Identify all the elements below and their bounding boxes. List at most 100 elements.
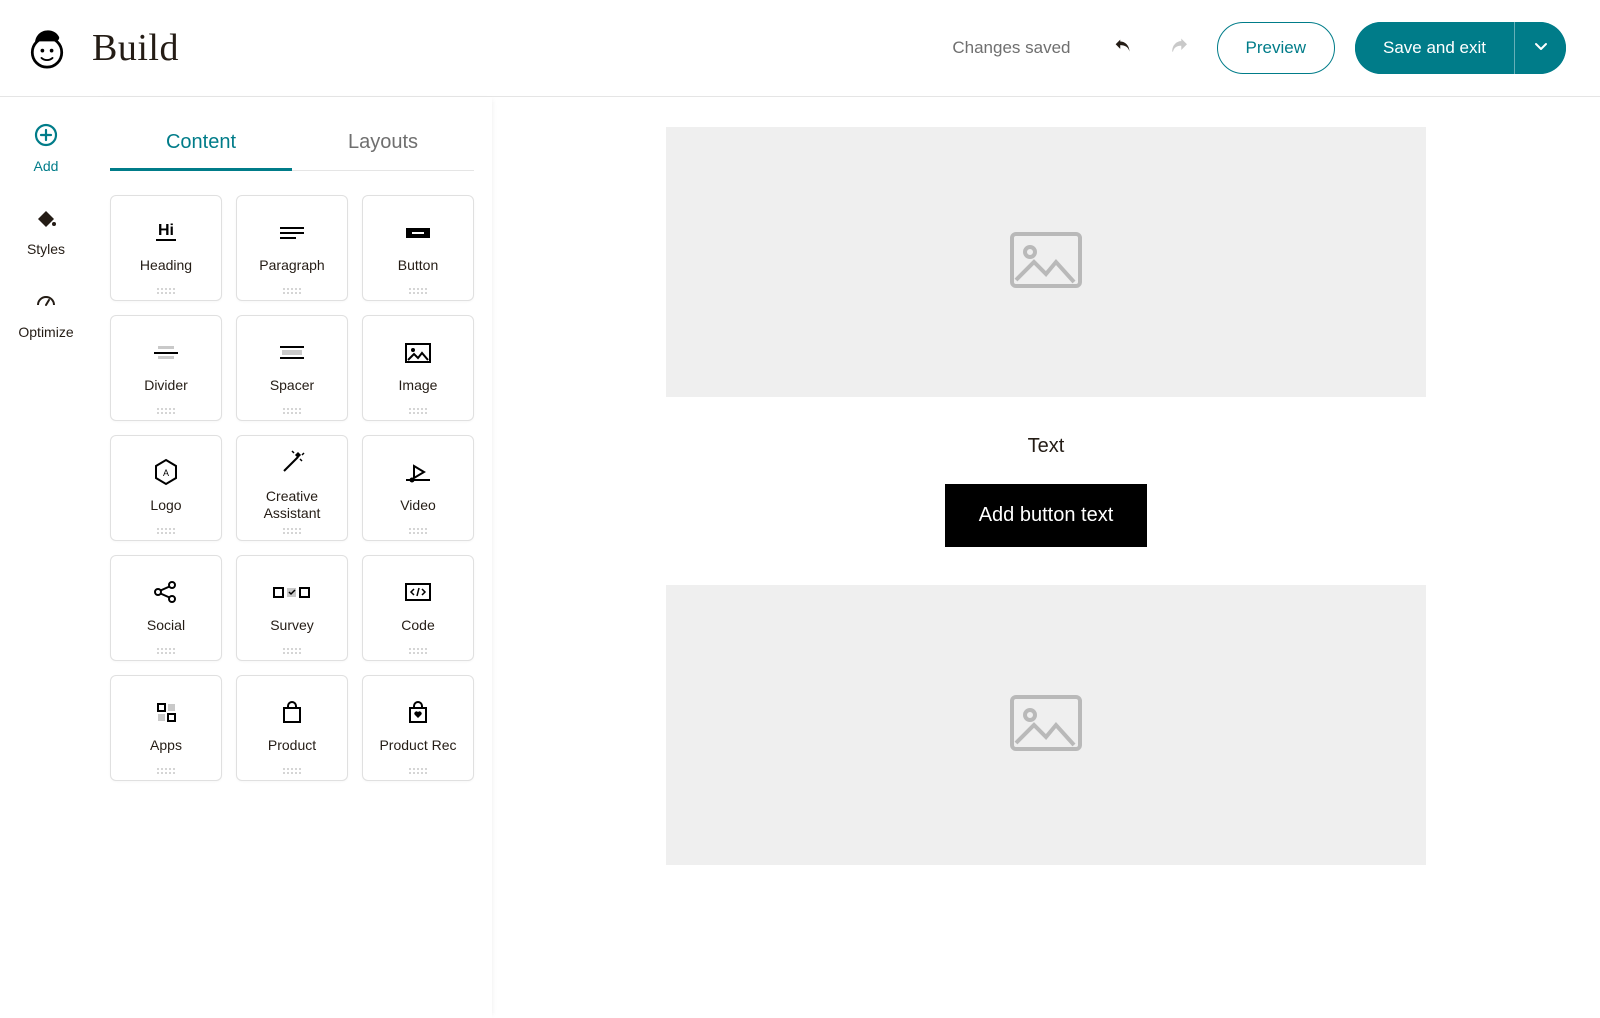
block-code[interactable]: Code — [362, 555, 474, 661]
workspace: Add Styles Optimize Content Layouts Hi — [0, 97, 1600, 1018]
block-label: Logo — [150, 497, 181, 514]
preview-button[interactable]: Preview — [1217, 22, 1335, 74]
save-dropdown-toggle[interactable] — [1514, 22, 1566, 74]
block-logo[interactable]: A Logo — [110, 435, 222, 541]
share-icon — [148, 575, 184, 609]
block-social[interactable]: Social — [110, 555, 222, 661]
block-label: Code — [401, 617, 434, 634]
grip-icon — [157, 528, 175, 534]
email-button-wrap: Add button text — [666, 484, 1426, 585]
rail-item-add[interactable]: Add — [32, 121, 60, 174]
grip-icon — [283, 288, 301, 294]
block-survey[interactable]: Survey — [236, 555, 348, 661]
rail-label-styles: Styles — [27, 241, 65, 257]
blocks-panel: Content Layouts Hi Heading Paragraph — [92, 97, 492, 1018]
save-status: Changes saved — [952, 38, 1070, 58]
block-product-rec[interactable]: Product Rec — [362, 675, 474, 781]
block-label: Social — [147, 617, 185, 634]
redo-button[interactable] — [1161, 30, 1197, 66]
blocks-grid: Hi Heading Paragraph Button — [110, 195, 474, 781]
chevron-down-icon — [1533, 38, 1549, 59]
gauge-icon — [32, 287, 60, 315]
block-label: Spacer — [270, 377, 314, 394]
block-label: Paragraph — [259, 257, 324, 274]
block-label: Image — [399, 377, 438, 394]
block-paragraph[interactable]: Paragraph — [236, 195, 348, 301]
paint-bucket-icon — [32, 204, 60, 232]
wand-icon — [274, 446, 310, 480]
paragraph-icon — [274, 215, 310, 249]
spacer-icon — [274, 335, 310, 369]
block-button[interactable]: Button — [362, 195, 474, 301]
email-text-block[interactable]: Text — [666, 397, 1426, 484]
top-left: Build — [24, 23, 179, 74]
block-creative-assistant[interactable]: Creative Assistant — [236, 435, 348, 541]
heading-icon: Hi — [148, 215, 184, 249]
block-label: Product — [268, 737, 316, 754]
image-placeholder-icon — [1010, 695, 1082, 756]
email-preview: Text Add button text — [666, 127, 1426, 865]
grip-icon — [283, 528, 301, 534]
block-product[interactable]: Product — [236, 675, 348, 781]
panel-tabs: Content Layouts — [110, 121, 474, 171]
survey-icon — [270, 575, 314, 609]
grip-icon — [409, 408, 427, 414]
block-divider[interactable]: Divider — [110, 315, 222, 421]
grip-icon — [409, 288, 427, 294]
left-rail: Add Styles Optimize — [0, 97, 92, 1018]
block-image[interactable]: Image — [362, 315, 474, 421]
grip-icon — [157, 408, 175, 414]
block-video[interactable]: Video — [362, 435, 474, 541]
block-apps[interactable]: Apps — [110, 675, 222, 781]
video-icon — [400, 455, 436, 489]
block-label: Divider — [144, 377, 188, 394]
code-icon — [400, 575, 436, 609]
svg-text:A: A — [163, 468, 169, 478]
image-icon — [400, 335, 436, 369]
top-right: Changes saved Preview Save and exit — [952, 22, 1566, 74]
block-heading[interactable]: Hi Heading — [110, 195, 222, 301]
image-placeholder-icon — [1010, 232, 1082, 293]
mailchimp-logo-icon — [24, 23, 70, 74]
svg-text:Hi: Hi — [158, 222, 174, 239]
apps-grid-icon — [148, 695, 184, 729]
block-label: Survey — [270, 617, 314, 634]
grip-icon — [409, 768, 427, 774]
block-label: Product Rec — [379, 737, 456, 754]
rail-item-optimize[interactable]: Optimize — [18, 287, 73, 340]
top-bar: Build Changes saved Preview Save and exi… — [0, 0, 1600, 97]
save-button-group: Save and exit — [1355, 22, 1566, 74]
grip-icon — [409, 528, 427, 534]
grip-icon — [157, 288, 175, 294]
block-spacer[interactable]: Spacer — [236, 315, 348, 421]
block-label: Creative Assistant — [241, 488, 343, 522]
tab-layouts[interactable]: Layouts — [292, 121, 474, 170]
shopping-bag-icon — [274, 695, 310, 729]
grip-icon — [409, 648, 427, 654]
save-and-exit-button[interactable]: Save and exit — [1355, 22, 1514, 74]
image-placeholder-2[interactable] — [666, 585, 1426, 865]
tab-content[interactable]: Content — [110, 121, 292, 170]
email-button[interactable]: Add button text — [945, 484, 1148, 547]
grip-icon — [283, 768, 301, 774]
rail-label-optimize: Optimize — [18, 324, 73, 340]
block-label: Video — [400, 497, 436, 514]
grip-icon — [157, 768, 175, 774]
button-icon — [400, 215, 436, 249]
block-label: Button — [398, 257, 438, 274]
block-label: Heading — [140, 257, 192, 274]
logo-hex-icon: A — [148, 455, 184, 489]
grip-icon — [283, 648, 301, 654]
shopping-bag-heart-icon — [400, 695, 436, 729]
block-label: Apps — [150, 737, 182, 754]
grip-icon — [283, 408, 301, 414]
redo-icon — [1168, 36, 1190, 61]
image-placeholder-1[interactable] — [666, 127, 1426, 397]
undo-icon — [1112, 36, 1134, 61]
page-title: Build — [92, 26, 179, 70]
plus-circle-icon — [32, 121, 60, 149]
divider-icon — [148, 335, 184, 369]
canvas[interactable]: Text Add button text — [492, 97, 1600, 1018]
rail-item-styles[interactable]: Styles — [27, 204, 65, 257]
undo-button[interactable] — [1105, 30, 1141, 66]
